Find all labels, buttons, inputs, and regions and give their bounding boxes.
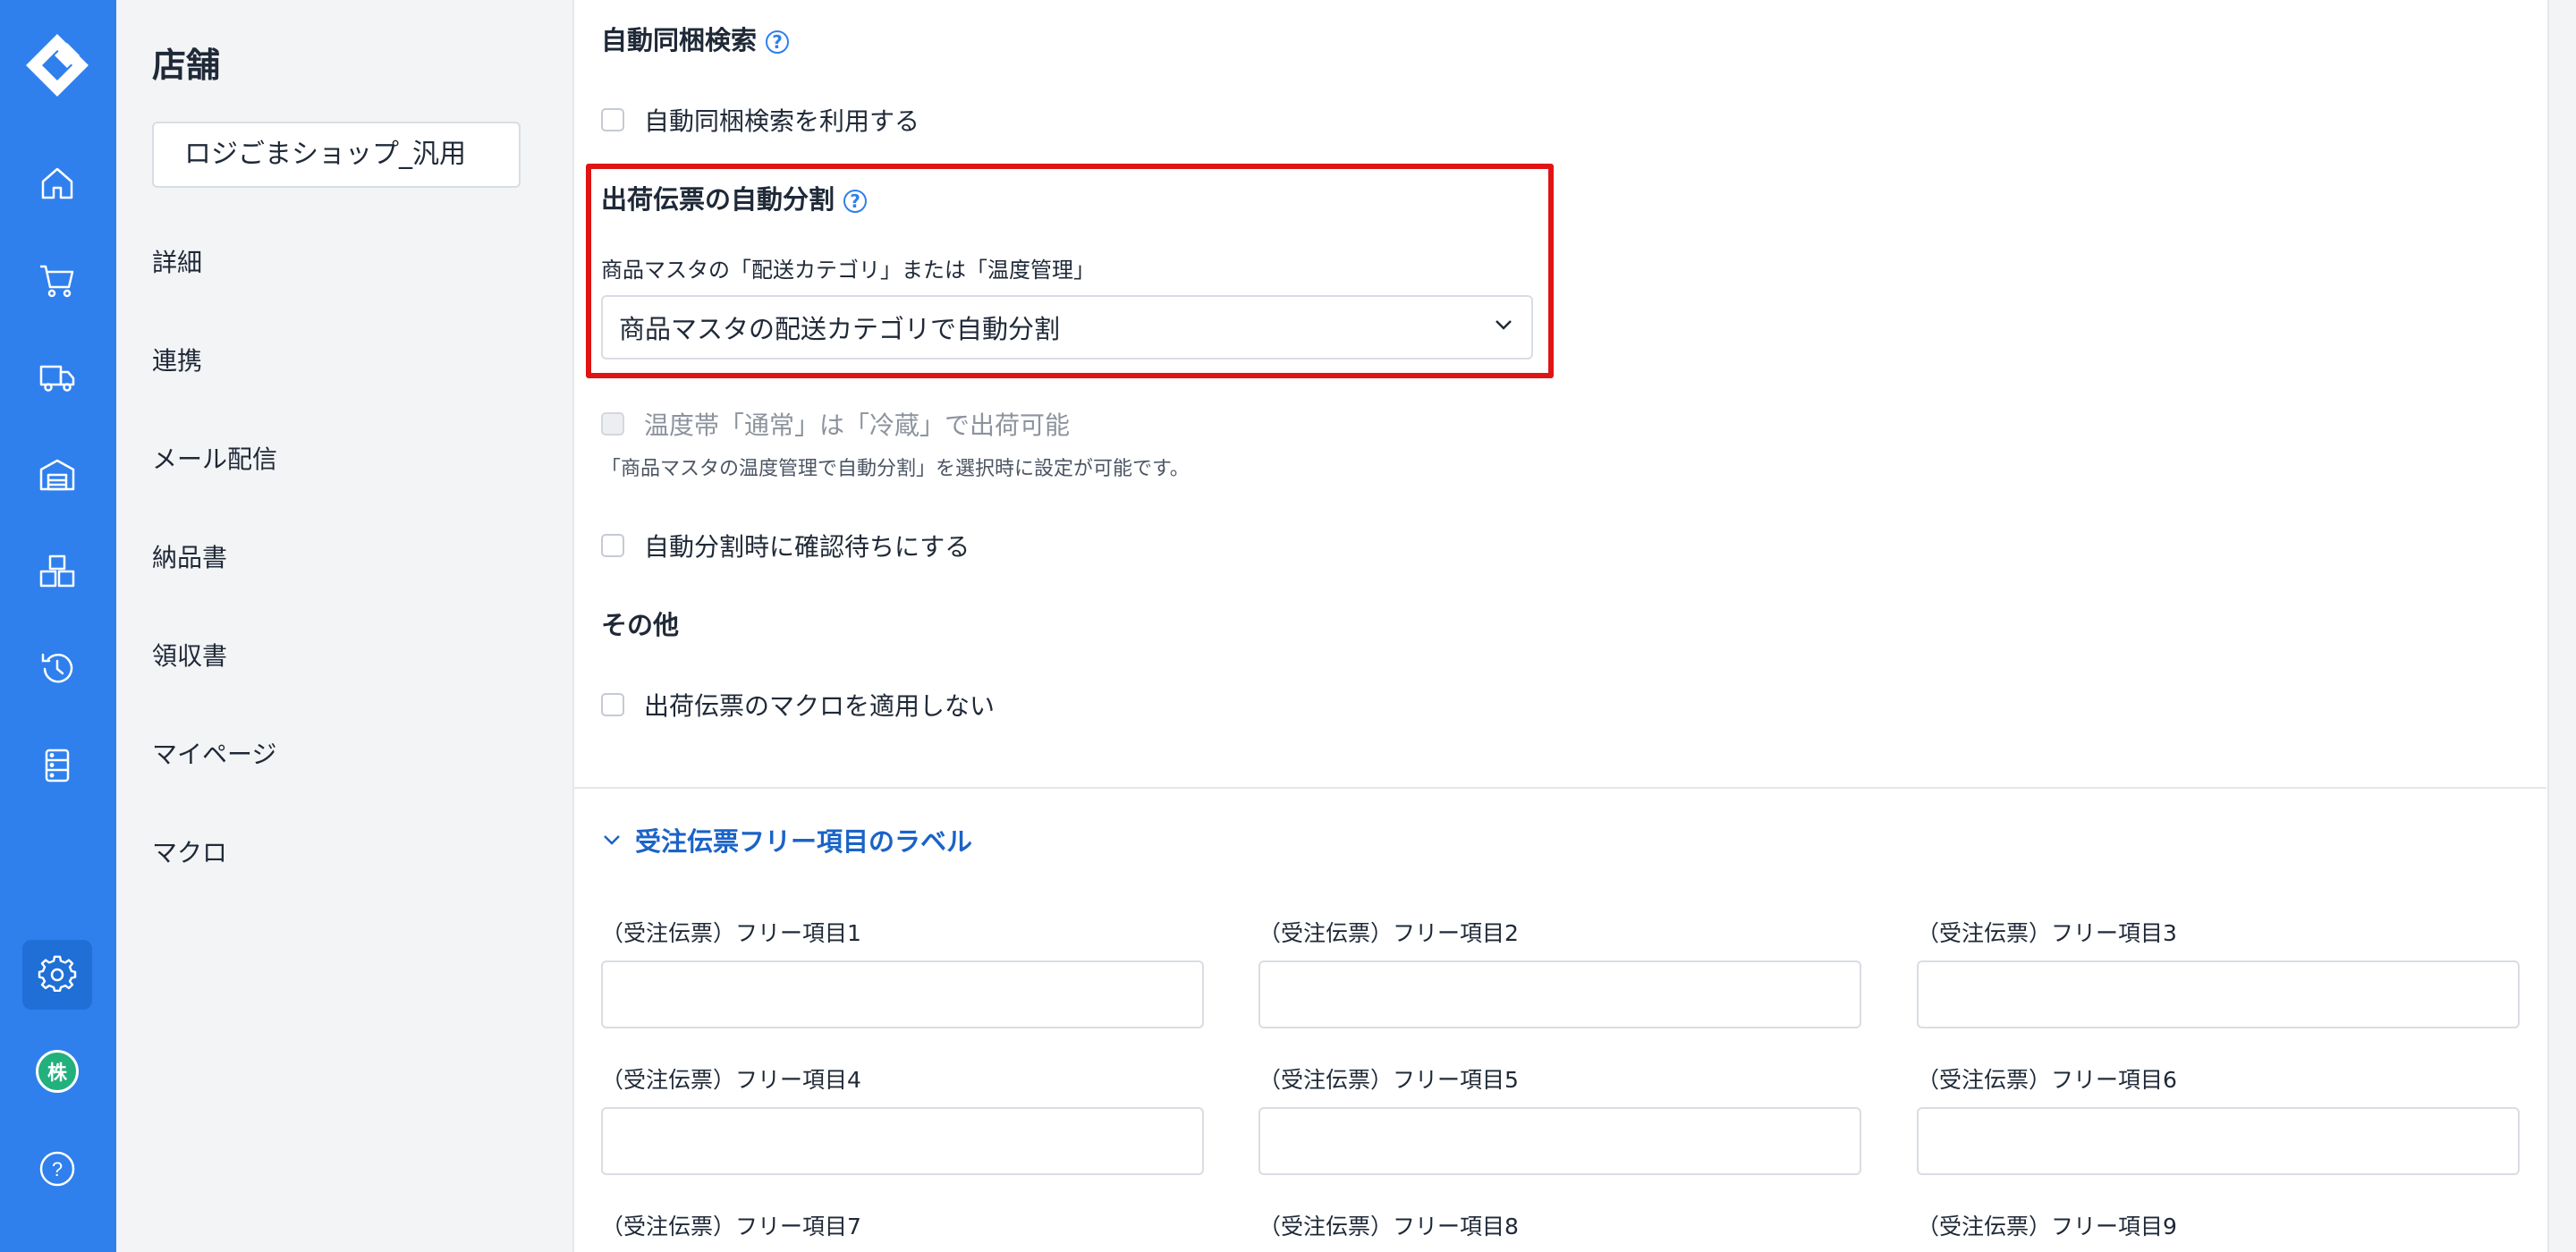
- chevron-down-icon: [1492, 312, 1515, 343]
- free-item-label-9: （受注伝票）フリー項目9: [1917, 1214, 2177, 1239]
- other-title: その他: [601, 610, 680, 640]
- nav-item-macro[interactable]: マクロ: [152, 833, 227, 869]
- free-item-label-5: （受注伝票）フリー項目5: [1258, 1067, 1519, 1093]
- macro-checkbox[interactable]: [601, 693, 624, 716]
- home-icon[interactable]: [22, 148, 92, 218]
- free-item-label-3: （受注伝票）フリー項目3: [1917, 920, 2177, 946]
- avatar[interactable]: 株: [22, 1036, 92, 1106]
- nav-item-mypage[interactable]: マイページ: [152, 735, 276, 771]
- help-icon[interactable]: ?: [22, 1134, 92, 1204]
- temperature-option: 温度帯「通常」は「冷蔵」で出荷可能: [601, 406, 1070, 442]
- free-item-label-4: （受注伝票）フリー項目4: [601, 1067, 861, 1093]
- macro-checkbox-label: 出荷伝票のマクロを適用しない: [644, 691, 996, 721]
- truck-icon[interactable]: [22, 343, 92, 412]
- free-item-input-5[interactable]: [1258, 1107, 1861, 1175]
- macro-option[interactable]: 出荷伝票のマクロを適用しない: [601, 687, 995, 723]
- temperature-checkbox-label: 温度帯「通常」は「冷蔵」で出荷可能: [644, 410, 1071, 440]
- history-icon[interactable]: [22, 634, 92, 704]
- free-item-label-6: （受注伝票）フリー項目6: [1917, 1067, 2177, 1093]
- nav-item-mail[interactable]: メール配信: [152, 440, 277, 476]
- section-divider: [573, 787, 2546, 789]
- auto-split-heading: 出荷伝票の自動分割?: [601, 179, 868, 216]
- temperature-hint: 「商品マスタの温度管理で自動分割」を選択時に設定が可能です。: [601, 458, 1190, 480]
- auto-bundle-option[interactable]: 自動同梱検索を利用する: [601, 102, 919, 138]
- auto-bundle-title: 自動同梱検索: [601, 25, 758, 55]
- auto-split-title: 出荷伝票の自動分割: [601, 184, 835, 215]
- warehouse-icon[interactable]: [22, 440, 92, 510]
- free-item-label-1: （受注伝票）フリー項目1: [601, 920, 861, 946]
- avatar-badge: 株: [36, 1050, 79, 1093]
- server-icon[interactable]: [22, 731, 92, 800]
- gear-icon[interactable]: [22, 940, 92, 1010]
- free-labels-title: 受注伝票フリー項目のラベル: [635, 826, 973, 857]
- auto-bundle-checkbox[interactable]: [601, 108, 624, 131]
- auto-split-select[interactable]: 商品マスタの配送カテゴリで自動分割: [601, 295, 1533, 360]
- auto-split-select-value: 商品マスタの配送カテゴリで自動分割: [619, 314, 1061, 344]
- free-labels-accordion-header[interactable]: 受注伝票フリー項目のラベル: [601, 821, 972, 859]
- confirm-option[interactable]: 自動分割時に確認待ちにする: [601, 528, 970, 563]
- free-item-label-7: （受注伝票）フリー項目7: [601, 1214, 861, 1239]
- nav-item-details[interactable]: 詳細: [152, 243, 202, 279]
- chevron-down-icon: [601, 829, 623, 850]
- settings-nav: 店舗 ロジごまショップ_汎用 詳細 連携 メール配信 納品書 領収書 マイページ…: [116, 0, 546, 1252]
- free-item-input-4[interactable]: [601, 1107, 1204, 1175]
- store-selector[interactable]: ロジごまショップ_汎用: [152, 122, 521, 188]
- help-icon[interactable]: ?: [843, 190, 868, 213]
- temperature-checkbox: [601, 412, 624, 436]
- help-glyph: ?: [52, 1158, 63, 1180]
- nav-item-integration[interactable]: 連携: [152, 342, 202, 377]
- auto-bundle-heading: 自動同梱検索?: [601, 20, 790, 57]
- free-item-label-8: （受注伝票）フリー項目8: [1258, 1214, 1519, 1239]
- auto-split-select-label: 商品マスタの「配送カテゴリ」または「温度管理」: [601, 258, 1095, 283]
- free-item-input-1[interactable]: [601, 960, 1204, 1028]
- help-icon[interactable]: ?: [766, 30, 790, 54]
- boxes-icon[interactable]: [22, 537, 92, 606]
- cart-icon[interactable]: [22, 246, 92, 316]
- nav-item-receipt[interactable]: 領収書: [152, 637, 227, 673]
- free-item-input-2[interactable]: [1258, 960, 1861, 1028]
- confirm-checkbox-label: 自動分割時に確認待ちにする: [644, 532, 970, 562]
- logo-icon[interactable]: [22, 30, 92, 100]
- icon-rail: 株 ?: [0, 0, 116, 1252]
- confirm-checkbox[interactable]: [601, 534, 624, 557]
- nav-item-delivery-note[interactable]: 納品書: [152, 538, 227, 574]
- free-item-label-2: （受注伝票）フリー項目2: [1258, 920, 1519, 946]
- free-item-input-6[interactable]: [1917, 1107, 2520, 1175]
- auto-bundle-checkbox-label: 自動同梱検索を利用する: [644, 106, 920, 136]
- nav-title: 店舗: [152, 46, 221, 85]
- free-item-input-3[interactable]: [1917, 960, 2520, 1028]
